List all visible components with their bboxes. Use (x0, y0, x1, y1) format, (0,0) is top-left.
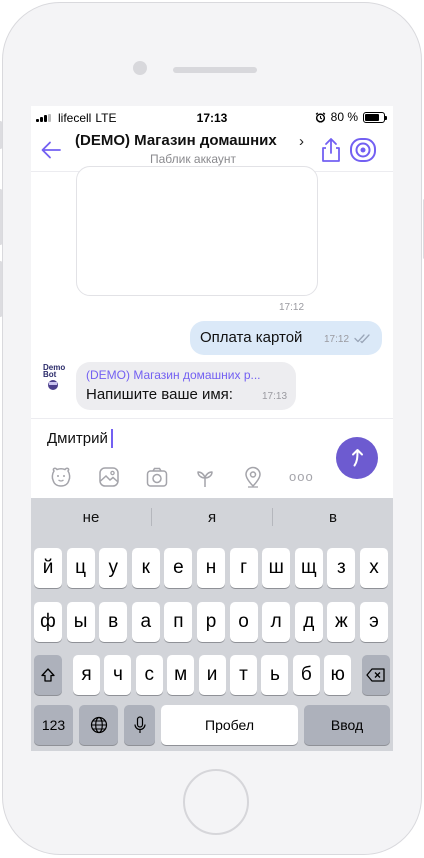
share-icon[interactable] (317, 136, 345, 164)
key-3-1[interactable]: я (73, 655, 100, 695)
alarm-icon (315, 111, 325, 123)
volume-up-button (0, 189, 2, 245)
key-1-3[interactable]: у (99, 548, 128, 588)
chat-area: 17:12 Оплата картой 17:12 Demo Bot (DEMO… (31, 166, 393, 418)
numbers-key[interactable]: 123 (34, 705, 73, 745)
dictation-key[interactable] (124, 705, 155, 745)
key-2-10[interactable]: ж (327, 602, 356, 642)
suggestion-2[interactable]: я (152, 509, 272, 526)
shift-icon (41, 668, 55, 682)
key-2-9[interactable]: д (294, 602, 323, 642)
outgoing-message-time: 17:12 (324, 334, 350, 345)
key-1-5[interactable]: е (164, 548, 193, 588)
gallery-icon[interactable] (97, 465, 121, 489)
sticker-icon[interactable] (49, 465, 73, 489)
key-1-11[interactable]: х (360, 548, 388, 588)
key-1-1[interactable]: й (34, 548, 62, 588)
text-caret (110, 429, 113, 448)
key-2-3[interactable]: в (99, 602, 128, 642)
avatar[interactable]: Demo Bot (43, 364, 69, 392)
front-camera (133, 61, 147, 75)
key-2-7[interactable]: о (229, 602, 258, 642)
key-1-2[interactable]: ц (66, 548, 95, 588)
return-key[interactable]: Ввод (304, 705, 390, 745)
chevron-right-icon[interactable]: › (299, 133, 304, 150)
keyboard: не я в йцукенгшщзхфывапролджэячсмитьбю 1… (31, 498, 393, 751)
key-3-3[interactable]: с (135, 655, 163, 695)
send-button[interactable] (336, 437, 378, 479)
shift-key[interactable] (34, 655, 62, 695)
location-icon[interactable] (241, 465, 265, 489)
suggestion-1[interactable]: не (31, 509, 151, 526)
key-3-4[interactable]: м (167, 655, 195, 695)
incoming-message[interactable]: (DEMO) Магазин домашних р... Напишите ва… (76, 362, 296, 410)
more-icon[interactable]: ooo (289, 469, 319, 493)
key-1-4[interactable]: к (131, 548, 160, 588)
chat-subtitle: Паблик аккаунт (149, 152, 237, 166)
doodle-icon[interactable] (193, 465, 217, 489)
key-2-4[interactable]: а (131, 602, 160, 642)
key-3-6[interactable]: т (230, 655, 257, 695)
earpiece-speaker (173, 67, 257, 73)
rich-media-card[interactable] (76, 166, 318, 296)
key-3-7[interactable]: ь (261, 655, 289, 695)
key-2-1[interactable]: ф (34, 602, 62, 642)
key-1-7[interactable]: г (229, 548, 258, 588)
compose-area: Дмитрий ooo (31, 418, 393, 498)
suggestion-3[interactable]: в (273, 509, 393, 526)
home-button[interactable] (183, 769, 249, 835)
key-2-5[interactable]: п (164, 602, 193, 642)
battery-percent: 80 % (330, 110, 358, 124)
card-timestamp: 17:12 (279, 302, 305, 313)
key-1-10[interactable]: з (327, 548, 356, 588)
backspace-icon (366, 668, 385, 682)
camera-icon[interactable] (145, 465, 169, 489)
key-3-2[interactable]: ч (104, 655, 132, 695)
outgoing-message-text: Оплата картой (200, 329, 303, 346)
key-3-5[interactable]: и (198, 655, 226, 695)
screen: lifecell LTE 17:13 80 % (DEMO) Магазин д… (31, 106, 393, 751)
send-arrow-icon (352, 449, 363, 467)
suggestion-bar: не я в (31, 498, 393, 536)
key-2-11[interactable]: э (360, 602, 388, 642)
message-input[interactable]: Дмитрий (47, 429, 113, 448)
key-2-2[interactable]: ы (66, 602, 95, 642)
incoming-message-time: 17:13 (262, 391, 288, 402)
public-account-icon[interactable] (349, 136, 377, 164)
key-3-9[interactable]: ю (324, 655, 352, 695)
message-input-text: Дмитрий (47, 430, 108, 447)
volume-down-button (0, 261, 2, 317)
backspace-key[interactable] (362, 655, 390, 695)
chat-title[interactable]: (DEMO) Магазин домашних (75, 132, 311, 149)
space-key[interactable]: Пробел (161, 705, 298, 745)
key-2-6[interactable]: р (197, 602, 225, 642)
battery-icon (363, 111, 387, 123)
mute-switch (0, 121, 2, 149)
globe-icon (90, 716, 107, 734)
key-2-8[interactable]: л (262, 602, 291, 642)
incoming-message-sender: (DEMO) Магазин домашних р... (86, 368, 261, 382)
key-3-8[interactable]: б (292, 655, 320, 695)
key-1-8[interactable]: ш (262, 548, 291, 588)
double-check-icon (354, 334, 370, 344)
key-1-9[interactable]: щ (294, 548, 323, 588)
microphone-icon (133, 716, 146, 733)
globe-key[interactable] (79, 705, 118, 745)
status-bar: lifecell LTE 17:13 80 % (31, 106, 393, 128)
avatar-text: Demo Bot (43, 363, 66, 379)
key-1-6[interactable]: н (197, 548, 225, 588)
incoming-message-text: Напишите ваше имя: (86, 386, 233, 403)
back-arrow-icon[interactable] (39, 138, 63, 162)
outgoing-message[interactable]: Оплата картой 17:12 (190, 321, 382, 355)
